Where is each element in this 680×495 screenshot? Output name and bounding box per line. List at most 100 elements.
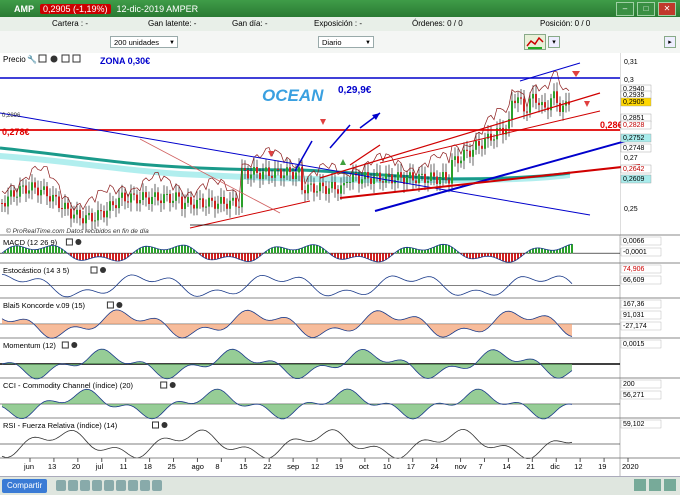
- macd-bar: [478, 253, 480, 258]
- macd-bar: [421, 250, 423, 253]
- app-icon[interactable]: [56, 480, 66, 491]
- macd-bar: [385, 253, 387, 259]
- panel-icon[interactable]: [161, 382, 167, 388]
- candle-body: [331, 182, 333, 188]
- macd-bar: [271, 248, 273, 253]
- candle-body: [397, 172, 399, 180]
- candle-body: [511, 101, 513, 119]
- close-icon[interactable]: [170, 382, 176, 388]
- app-icon[interactable]: [152, 480, 162, 491]
- units-select[interactable]: 200 unidades▼: [110, 36, 178, 48]
- app-icon[interactable]: [92, 480, 102, 491]
- period-select[interactable]: Diario▼: [318, 36, 374, 48]
- candle-body: [157, 192, 159, 200]
- macd-bar: [169, 249, 171, 253]
- panel-icon[interactable]: [107, 302, 113, 308]
- macd-bar: [571, 244, 573, 253]
- macd-bar: [298, 249, 300, 253]
- time-tick-label: 21: [526, 462, 534, 471]
- minimize-icon[interactable]: –: [616, 2, 634, 16]
- close-icon[interactable]: [116, 302, 122, 308]
- candle-body: [280, 169, 282, 178]
- panel-icon[interactable]: [66, 239, 72, 245]
- share-button[interactable]: Compartir: [2, 479, 47, 493]
- settings-icon[interactable]: [649, 479, 661, 491]
- candle-body: [79, 210, 81, 218]
- candle-body: [274, 169, 276, 178]
- panel-icon[interactable]: [91, 267, 97, 273]
- macd-bar: [226, 253, 228, 256]
- time-tick-label: oct: [359, 462, 370, 471]
- app-icon[interactable]: [128, 480, 138, 491]
- app-icon[interactable]: [104, 480, 114, 491]
- candle-body: [109, 201, 111, 210]
- app-icon[interactable]: [80, 480, 90, 491]
- macd-bar: [49, 246, 51, 253]
- macd-bar: [568, 245, 570, 253]
- macd-bar: [424, 250, 426, 253]
- app-icon[interactable]: [140, 480, 150, 491]
- candle-body: [418, 174, 420, 183]
- close-icon[interactable]: [162, 422, 168, 428]
- macd-bar: [361, 253, 363, 257]
- candle-body: [136, 195, 138, 204]
- macd-bar: [316, 245, 318, 253]
- panel-icon[interactable]: [153, 422, 159, 428]
- candle-body: [460, 161, 462, 164]
- square-icon[interactable]: [73, 55, 80, 62]
- candle-body: [31, 182, 33, 190]
- time-tick-label: jun: [23, 462, 34, 471]
- indicator-value: 200: [623, 381, 635, 388]
- maximize-icon[interactable]: □: [637, 2, 655, 16]
- indicator-label: Momentum (12): [3, 341, 56, 350]
- candle-body: [229, 201, 231, 209]
- candle-body: [220, 197, 222, 204]
- close-icon[interactable]: [51, 56, 58, 63]
- macd-bar: [367, 253, 369, 259]
- macd-bar: [274, 247, 276, 253]
- macd-bar: [382, 253, 384, 261]
- chevron-down-icon: ▼: [365, 37, 371, 49]
- candle-body: [370, 178, 372, 184]
- macd-bar: [109, 253, 111, 259]
- close-icon[interactable]: [71, 342, 77, 348]
- macd-bar: [121, 253, 123, 260]
- macd-bar: [484, 253, 486, 256]
- panel-icon[interactable]: [62, 342, 68, 348]
- macd-bar: [295, 250, 297, 254]
- macd-bar: [337, 253, 339, 259]
- price-panel[interactable]: Precio 🔧 ZONA 0,30€ OCEAN 0,29,9€ 0,28€ …: [0, 53, 680, 235]
- candle-body: [421, 174, 423, 175]
- candle-body: [10, 190, 12, 196]
- square-icon[interactable]: [62, 55, 69, 62]
- candle-body: [73, 215, 75, 219]
- close-icon[interactable]: [75, 239, 81, 245]
- app-icon[interactable]: [116, 480, 126, 491]
- macd-bar: [535, 248, 537, 253]
- chart-style-button[interactable]: [524, 34, 546, 50]
- macd-bar: [172, 248, 174, 254]
- macd-bar: [472, 253, 474, 259]
- time-tick-label: 15: [239, 462, 247, 471]
- indicator-value: -27,174: [623, 323, 647, 330]
- candle-body: [415, 180, 417, 183]
- close-icon[interactable]: ✕: [658, 2, 676, 16]
- candle-body: [337, 189, 339, 193]
- layout-icon[interactable]: [664, 479, 676, 491]
- macd-bar: [211, 253, 213, 260]
- candle-body: [169, 194, 171, 203]
- candle-body: [199, 198, 201, 200]
- close-icon[interactable]: [100, 267, 106, 273]
- wrench-icon[interactable]: 🔧: [27, 54, 37, 64]
- panel-options-icon[interactable]: ▸: [664, 36, 676, 48]
- app-name: AMP: [14, 4, 34, 14]
- chart-area[interactable]: Precio 🔧 ZONA 0,30€ OCEAN 0,29,9€ 0,28€ …: [0, 53, 680, 476]
- candle-body: [454, 156, 456, 160]
- dropdown-arrow-icon[interactable]: ▾: [548, 36, 560, 48]
- candle-body: [526, 111, 528, 112]
- panel-icon[interactable]: [39, 55, 46, 62]
- app-icon[interactable]: [68, 480, 78, 491]
- macd-bar: [88, 253, 90, 259]
- macd-bar: [475, 253, 477, 258]
- zoom-icon[interactable]: [634, 479, 646, 491]
